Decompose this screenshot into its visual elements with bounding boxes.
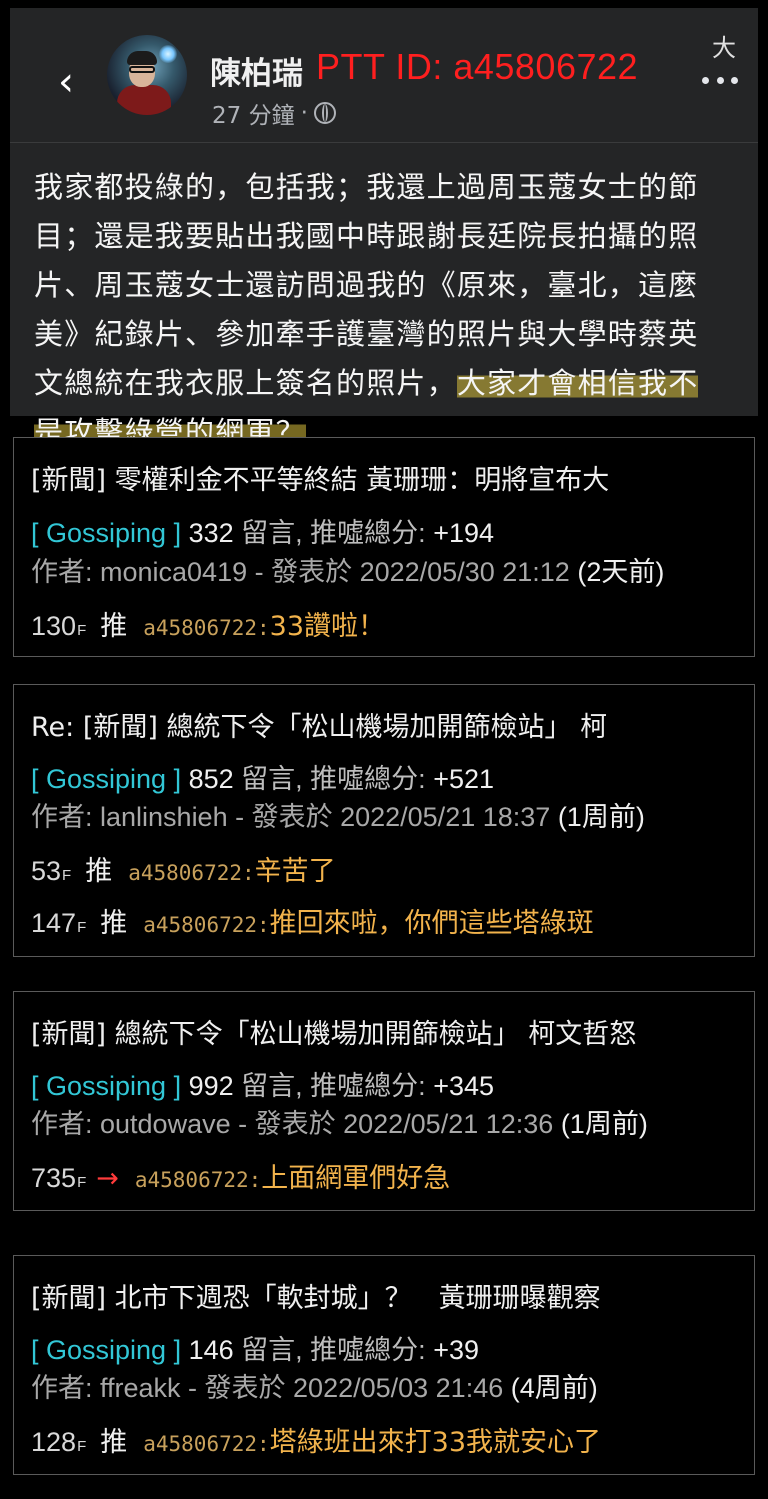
post-time[interactable]: 27 分鐘: [212, 96, 295, 130]
push-score: +345: [433, 1071, 495, 1101]
author-info: 作者: monica0419 - 發表於 2022/05/30 21:12: [31, 557, 570, 587]
ptt-article-card[interactable]: Re: [新聞] 總統下令「松山機場加開篩檢站」 柯 [ Gossiping ]…: [13, 684, 755, 957]
meta-dot: ·: [300, 100, 308, 126]
post-body-line: 我家都投綠的，包括我；我還上過周玉蔻女士的節: [34, 170, 699, 204]
board-tag[interactable]: [ Gossiping ]: [31, 764, 181, 794]
time-ago: (1周前): [557, 802, 645, 832]
article-title[interactable]: [新聞] 總統下令「松山機場加開篩檢站」 柯文哲怒: [31, 1012, 636, 1051]
time-ago: (4周前): [510, 1373, 598, 1403]
push-message: 上面網軍們好急: [261, 1163, 451, 1194]
post-body: 我家都投綠的，包括我；我還上過周玉蔻女士的節 目；還是我要貼出我國中時跟謝長廷院…: [34, 163, 734, 457]
user-id: a45806722:: [143, 616, 270, 640]
board-stats: [ Gossiping ] 852 留言, 推噓總分: +521: [31, 757, 494, 796]
push-comment: 130F 推 a45806722: 33讚啦！: [31, 604, 385, 643]
author-line: 作者: monica0419 - 發表於 2022/05/30 21:12 (2…: [31, 550, 664, 589]
board-tag[interactable]: [ Gossiping ]: [31, 518, 181, 548]
comment-count: 992: [188, 1071, 234, 1101]
divider: [10, 142, 758, 143]
board-stats: [ Gossiping ] 992 留言, 推噓總分: +345: [31, 1064, 494, 1103]
push-comment: 53F 推 a45806722: 辛苦了: [31, 849, 336, 888]
scribble-text: 大: [712, 34, 736, 62]
board-tag[interactable]: [ Gossiping ]: [31, 1335, 181, 1365]
user-id: a45806722:: [143, 913, 270, 937]
arrow-verb: →: [96, 1163, 119, 1194]
ptt-article-card[interactable]: [新聞] 零權利金不平等終結 黃珊珊：明將宣布大 [ Gossiping ] 3…: [13, 437, 755, 657]
highlighted-text: 大家才會相信我不: [456, 366, 699, 400]
push-comment: 147F 推 a45806722: 推回來啦，你們這些塔綠斑: [31, 901, 594, 940]
push-verb: 推: [100, 611, 128, 642]
author-line: 作者: lanlinshieh - 發表於 2022/05/21 18:37 (…: [31, 795, 645, 834]
avatar-hair: [127, 51, 157, 65]
user-id: a45806722:: [128, 861, 255, 885]
user-id: a45806722:: [143, 1432, 270, 1456]
time-ago: (1周前): [560, 1109, 648, 1139]
article-title[interactable]: [新聞] 北市下週恐「軟封城」？ 黃珊珊曝觀察: [31, 1276, 601, 1315]
push-message: 33讚啦！: [269, 611, 386, 642]
back-arrow-icon[interactable]: ‹: [48, 59, 84, 105]
push-verb: 推: [100, 908, 128, 939]
count-label: 留言, 推噓總分:: [241, 764, 426, 794]
board-tag[interactable]: [ Gossiping ]: [31, 1071, 181, 1101]
floor-number: 147F: [31, 908, 87, 938]
more-options-icon[interactable]: [702, 70, 738, 90]
post-body-text: 文總統在我衣服上簽名的照片，: [34, 366, 457, 400]
scribble-mark: 大: [712, 34, 736, 62]
comment-count: 146: [188, 1335, 234, 1365]
avatar-glow: [159, 45, 177, 63]
post-header: ‹ 陳柏瑞 PTT ID: a45806722 27 分鐘 · 大: [10, 8, 758, 140]
post-body-line: 文總統在我衣服上簽名的照片，大家才會相信我不: [34, 359, 734, 408]
post-body-line: 美》紀錄片、參加牽手護臺灣的照片與大學時蔡英: [34, 317, 699, 351]
push-message: 塔綠班出來打33我就安心了: [269, 1427, 602, 1458]
push-comment: 128F 推 a45806722: 塔綠班出來打33我就安心了: [31, 1420, 601, 1459]
post-body-line: 片、周玉蔻女士還訪問過我的《原來，臺北，這麼: [34, 268, 699, 302]
board-stats: [ Gossiping ] 332 留言, 推噓總分: +194: [31, 511, 494, 550]
comment-count: 332: [188, 518, 234, 548]
floor-number: 53F: [31, 856, 72, 886]
user-id: a45806722:: [134, 1168, 262, 1192]
push-score: +194: [433, 518, 495, 548]
push-score: +39: [433, 1335, 480, 1365]
globe-icon: [313, 102, 336, 124]
floor-number: 130F: [31, 611, 87, 641]
author-line: 作者: outdowave - 發表於 2022/05/21 12:36 (1周…: [31, 1102, 648, 1141]
comment-count: 852: [188, 764, 234, 794]
push-score: +521: [433, 764, 495, 794]
count-label: 留言, 推噓總分:: [241, 1071, 426, 1101]
time-ago: (2天前): [577, 557, 665, 587]
push-verb: 推: [85, 856, 113, 887]
author-name[interactable]: 陳柏瑞: [210, 48, 303, 93]
avatar-suit: [117, 85, 171, 115]
push-verb: 推: [100, 1427, 128, 1458]
author-info: 作者: lanlinshieh - 發表於 2022/05/21 18:37: [31, 802, 551, 832]
count-label: 留言, 推噓總分:: [241, 1335, 426, 1365]
facebook-post: ‹ 陳柏瑞 PTT ID: a45806722 27 分鐘 · 大 我家都投綠的…: [10, 8, 758, 449]
ptt-article-card[interactable]: [新聞] 總統下令「松山機場加開篩檢站」 柯文哲怒 [ Gossiping ] …: [13, 991, 755, 1211]
avatar-glasses: [129, 66, 155, 73]
article-title[interactable]: Re: [新聞] 總統下令「松山機場加開篩檢站」 柯: [31, 705, 607, 744]
count-label: 留言, 推噓總分:: [241, 518, 426, 548]
board-stats: [ Gossiping ] 146 留言, 推噓總分: +39: [31, 1328, 479, 1367]
ptt-id-overlay: PTT ID: a45806722: [316, 46, 639, 87]
author-line: 作者: ffreakk - 發表於 2022/05/03 21:46 (4周前): [31, 1366, 598, 1405]
article-title[interactable]: [新聞] 零權利金不平等終結 黃珊珊：明將宣布大: [31, 458, 609, 497]
floor-number: 735F: [31, 1163, 87, 1193]
push-comment: 735F → a45806722: 上面網軍們好急: [31, 1156, 450, 1195]
author-info: 作者: ffreakk - 發表於 2022/05/03 21:46: [31, 1373, 504, 1403]
floor-number: 128F: [31, 1427, 87, 1457]
avatar[interactable]: [107, 35, 187, 115]
push-message: 辛苦了: [254, 856, 336, 887]
author-info: 作者: outdowave - 發表於 2022/05/21 12:36: [31, 1109, 554, 1139]
ptt-article-card[interactable]: [新聞] 北市下週恐「軟封城」？ 黃珊珊曝觀察 [ Gossiping ] 14…: [13, 1255, 755, 1475]
push-message: 推回來啦，你們這些塔綠斑: [269, 908, 594, 939]
post-body-line: 目；還是我要貼出我國中時跟謝長廷院長拍攝的照: [34, 219, 699, 253]
post-meta: 27 分鐘 ·: [212, 96, 336, 130]
